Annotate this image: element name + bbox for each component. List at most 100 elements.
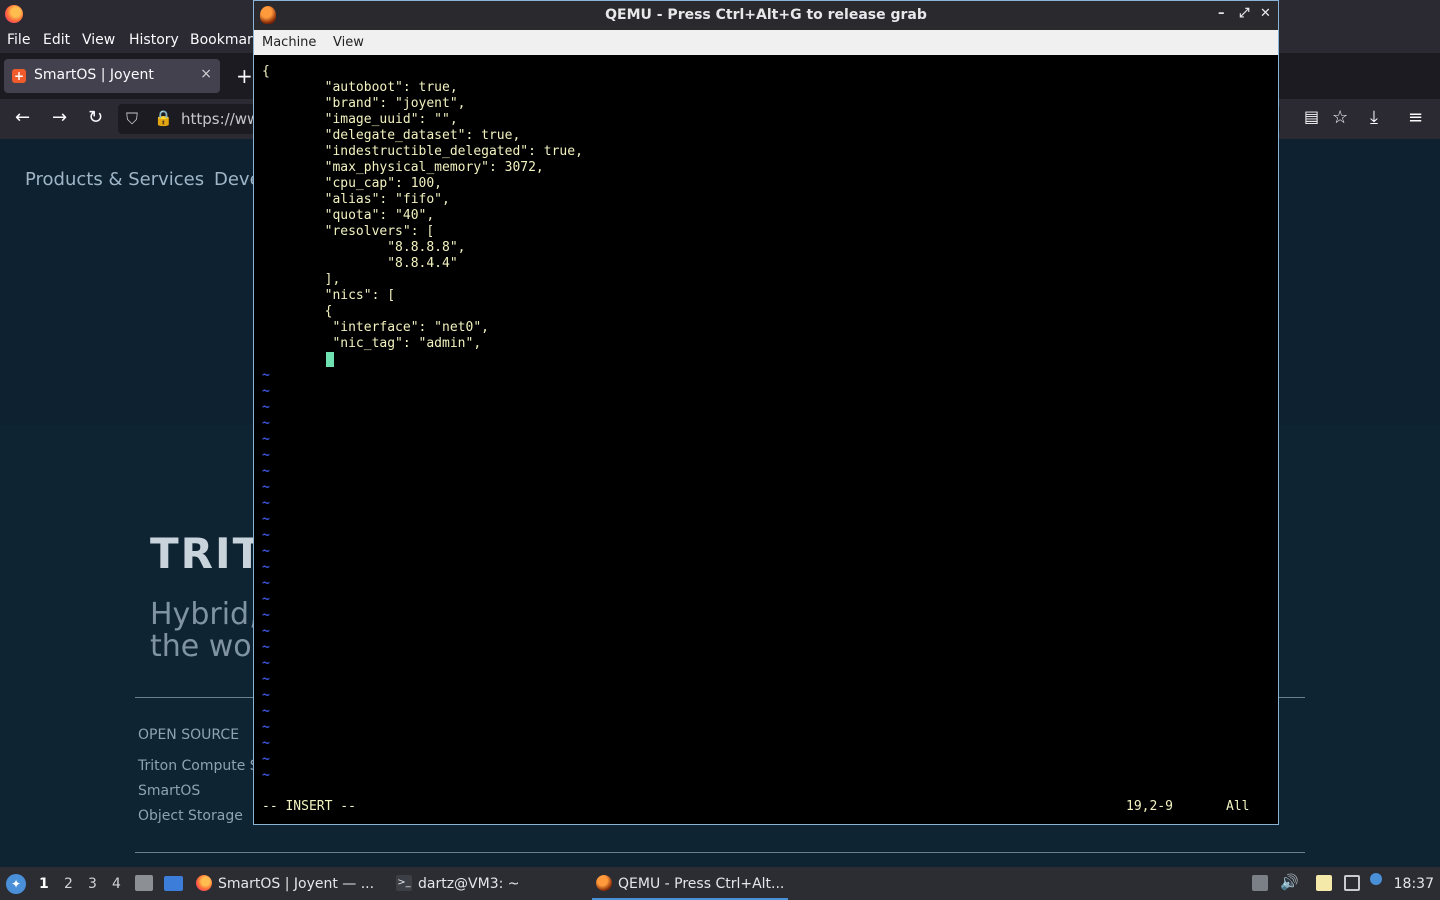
clock[interactable]: 18:37 bbox=[1394, 876, 1434, 892]
footer-heading: OPEN SOURCE bbox=[138, 727, 240, 743]
empty-line-marker: ~ bbox=[262, 656, 270, 671]
workspace-4[interactable]: 4 bbox=[112, 876, 121, 892]
start-menu-icon[interactable]: ✦ bbox=[6, 874, 26, 894]
empty-line-marker: ~ bbox=[262, 688, 270, 703]
cursor-position: 19,2-9 bbox=[1126, 799, 1173, 814]
empty-line-marker: ~ bbox=[262, 704, 270, 719]
editor-line: "delegate_dataset": true, bbox=[262, 128, 521, 143]
empty-line-marker: ~ bbox=[262, 496, 270, 511]
app-menu-icon[interactable]: ≡ bbox=[1408, 107, 1423, 128]
empty-line-marker: ~ bbox=[262, 608, 270, 623]
menu-file[interactable]: File bbox=[7, 32, 30, 48]
firefox-icon bbox=[196, 875, 212, 891]
editor-line: "8.8.4.4" bbox=[262, 256, 458, 271]
editor-line: "interface": "net0", bbox=[262, 320, 489, 335]
file-manager-icon[interactable] bbox=[135, 875, 153, 891]
window-title: QEMU - Press Ctrl+Alt+G to release grab bbox=[605, 7, 927, 23]
tab-title: SmartOS | Joyent bbox=[34, 67, 154, 83]
workspace-3[interactable]: 3 bbox=[88, 876, 97, 892]
show-desktop-icon[interactable] bbox=[164, 876, 183, 891]
editor-line: { bbox=[262, 64, 270, 79]
hero-heading-line1: Hybrid, bbox=[150, 597, 259, 632]
empty-line-marker: ~ bbox=[262, 752, 270, 767]
empty-line-marker: ~ bbox=[262, 736, 270, 751]
volume-icon[interactable]: 🔊 bbox=[1280, 873, 1299, 891]
empty-line-marker: ~ bbox=[262, 672, 270, 687]
editor-line: "max_physical_memory": 3072, bbox=[262, 160, 544, 175]
nav-products-services[interactable]: Products & Services bbox=[25, 169, 204, 190]
hero-heading-line2: the wor bbox=[150, 629, 264, 664]
task-label: dartz@VM3: ~ bbox=[418, 876, 520, 892]
reader-view-icon[interactable]: ▤ bbox=[1304, 107, 1319, 126]
triton-logo: TRIT bbox=[150, 529, 264, 578]
qemu-icon bbox=[596, 875, 612, 891]
editor-line: ], bbox=[262, 272, 341, 287]
new-tab-button[interactable]: + bbox=[236, 64, 253, 88]
lock-icon[interactable]: 🔒 bbox=[154, 109, 173, 127]
footer-link-smartos[interactable]: SmartOS bbox=[138, 783, 200, 799]
shield-icon[interactable]: ⛉ bbox=[126, 109, 138, 129]
maximize-icon[interactable]: ⤢ bbox=[1239, 6, 1249, 21]
editor-line: "autoboot": true, bbox=[262, 80, 458, 95]
empty-line-marker: ~ bbox=[262, 624, 270, 639]
empty-line-marker: ~ bbox=[262, 544, 270, 559]
footer-link-object-storage[interactable]: Object Storage bbox=[138, 808, 243, 824]
menu-view[interactable]: View bbox=[333, 35, 364, 50]
editor-line: "image_uuid": "", bbox=[262, 112, 458, 127]
menu-history[interactable]: History bbox=[129, 32, 179, 48]
empty-line-marker: ~ bbox=[262, 528, 270, 543]
empty-line-marker: ~ bbox=[262, 592, 270, 607]
reload-icon[interactable]: ↻ bbox=[88, 107, 103, 128]
empty-line-marker: ~ bbox=[262, 560, 270, 575]
editor-line: "quota": "40", bbox=[262, 208, 435, 223]
bookmark-star-icon[interactable]: ☆ bbox=[1332, 107, 1348, 128]
menu-edit[interactable]: Edit bbox=[43, 32, 70, 48]
task-qemu[interactable]: QEMU - Press Ctrl+Alt... bbox=[592, 871, 788, 900]
divider bbox=[135, 852, 1305, 853]
task-label: QEMU - Press Ctrl+Alt... bbox=[618, 876, 785, 892]
empty-line-marker: ~ bbox=[262, 368, 270, 383]
empty-line-marker: ~ bbox=[262, 448, 270, 463]
network-icon[interactable] bbox=[1344, 875, 1360, 891]
taskbar: ✦ 1 2 3 4 SmartOS | Joyent — ... >_ dart… bbox=[0, 867, 1440, 900]
notes-icon[interactable] bbox=[1316, 875, 1332, 891]
workspace-2[interactable]: 2 bbox=[64, 876, 73, 892]
empty-line-marker: ~ bbox=[262, 416, 270, 431]
minimize-icon[interactable]: – bbox=[1218, 6, 1225, 21]
editor-mode-indicator: -- INSERT -- bbox=[262, 799, 356, 814]
qemu-window[interactable]: QEMU - Press Ctrl+Alt+G to release grab … bbox=[253, 0, 1279, 825]
tab-close-icon[interactable]: × bbox=[200, 66, 212, 82]
empty-line-marker: ~ bbox=[262, 464, 270, 479]
clipboard-icon[interactable] bbox=[1252, 875, 1268, 891]
firefox-icon bbox=[5, 5, 23, 23]
empty-line-marker: ~ bbox=[262, 512, 270, 527]
scroll-indicator: All bbox=[1226, 799, 1250, 814]
menu-view[interactable]: View bbox=[82, 32, 115, 48]
qemu-menubar: Machine View bbox=[254, 30, 1278, 55]
task-terminal[interactable]: >_ dartz@VM3: ~ bbox=[392, 871, 582, 898]
tab-smartos[interactable]: + SmartOS | Joyent × bbox=[4, 59, 220, 93]
empty-line-marker: ~ bbox=[262, 432, 270, 447]
vm-console[interactable]: { "autoboot": true, "brand": "joyent", "… bbox=[254, 55, 1278, 824]
task-firefox[interactable]: SmartOS | Joyent — ... bbox=[192, 871, 378, 898]
empty-line-marker: ~ bbox=[262, 384, 270, 399]
editor-line: "nics": [ bbox=[262, 288, 396, 303]
empty-line-marker: ~ bbox=[262, 640, 270, 655]
terminal-icon: >_ bbox=[396, 875, 412, 891]
back-icon[interactable]: ← bbox=[15, 107, 30, 128]
workspace-1[interactable]: 1 bbox=[39, 876, 49, 892]
notification-icon[interactable] bbox=[1370, 873, 1382, 885]
close-icon[interactable]: ✕ bbox=[1260, 6, 1271, 21]
empty-line-marker: ~ bbox=[262, 400, 270, 415]
empty-line-marker: ~ bbox=[262, 480, 270, 495]
url-text[interactable]: https://ww bbox=[181, 110, 259, 128]
editor-line: "8.8.8.8", bbox=[262, 240, 466, 255]
qemu-titlebar[interactable]: QEMU - Press Ctrl+Alt+G to release grab … bbox=[254, 1, 1278, 30]
footer-link-triton-compute[interactable]: Triton Compute Se bbox=[138, 758, 267, 774]
forward-icon[interactable]: → bbox=[52, 107, 67, 128]
empty-line-marker: ~ bbox=[262, 720, 270, 735]
menu-machine[interactable]: Machine bbox=[262, 35, 316, 50]
editor-line: "resolvers": [ bbox=[262, 224, 435, 239]
downloads-icon[interactable]: ⤓ bbox=[1370, 107, 1378, 128]
task-label: SmartOS | Joyent — ... bbox=[218, 876, 375, 892]
